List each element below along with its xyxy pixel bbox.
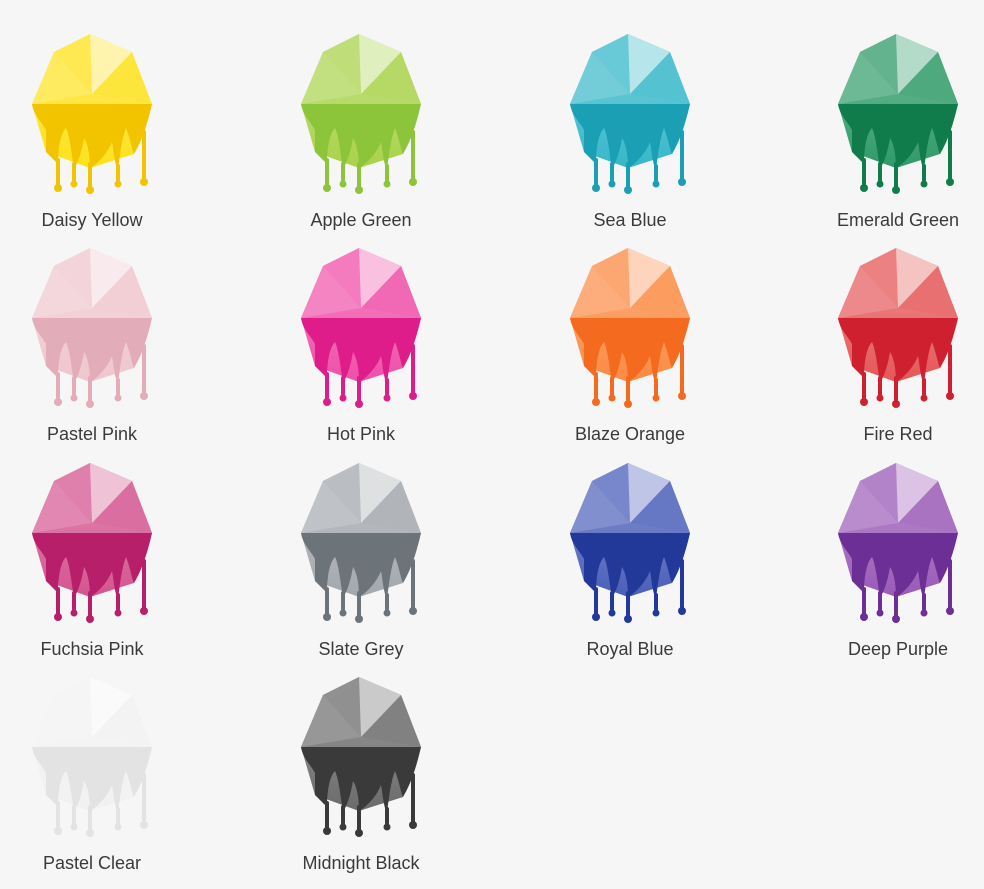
swatch-label: Fire Red	[863, 424, 933, 444]
paint-drip-hexagon-icon	[838, 248, 958, 408]
color-swatch-daisy-yellow[interactable]: Daisy Yellow	[0, 30, 185, 230]
swatch-label: Midnight Black	[302, 853, 420, 873]
paint-drip-hexagon-icon	[570, 34, 690, 194]
paint-drip-hexagon-icon	[32, 677, 152, 837]
color-swatch-fire-red[interactable]: Fire Red	[791, 244, 984, 444]
paint-drip-hexagon-icon	[301, 463, 421, 623]
swatch-label: Apple Green	[310, 210, 412, 230]
swatch-label: Daisy Yellow	[41, 210, 143, 230]
paint-drip-hexagon-icon	[838, 34, 958, 194]
color-swatch-pastel-pink[interactable]: Pastel Pink	[0, 244, 185, 444]
swatch-label: Royal Blue	[586, 639, 674, 659]
swatch-label: Emerald Green	[836, 210, 960, 230]
color-swatch-apple-green[interactable]: Apple Green	[254, 30, 454, 230]
paint-drip-hexagon-icon	[570, 463, 690, 623]
swatch-label: Sea Blue	[593, 210, 667, 230]
paint-drip-hexagon-icon	[301, 677, 421, 837]
color-swatch-midnight-black[interactable]: Midnight Black	[254, 673, 454, 873]
color-swatch-deep-purple[interactable]: Deep Purple	[791, 459, 984, 659]
paint-drip-hexagon-icon	[838, 463, 958, 623]
paint-drip-hexagon-icon	[301, 34, 421, 194]
swatch-label: Blaze Orange	[574, 424, 686, 444]
color-swatch-emerald-green[interactable]: Emerald Green	[791, 30, 984, 230]
color-swatch-royal-blue[interactable]: Royal Blue	[523, 459, 723, 659]
paint-drip-hexagon-icon	[32, 463, 152, 623]
swatch-label: Deep Purple	[847, 639, 949, 659]
color-swatch-sea-blue[interactable]: Sea Blue	[523, 30, 723, 230]
swatch-grid: Daisy Yellow Apple Green Sea Blue Emeral…	[0, 0, 984, 889]
color-swatch-blaze-orange[interactable]: Blaze Orange	[523, 244, 723, 444]
paint-drip-hexagon-icon	[570, 248, 690, 408]
swatch-label: Fuchsia Pink	[40, 639, 144, 659]
color-swatch-hot-pink[interactable]: Hot Pink	[254, 244, 454, 444]
paint-drip-hexagon-icon	[301, 248, 421, 408]
swatch-label: Slate Grey	[318, 639, 404, 659]
color-swatch-slate-grey[interactable]: Slate Grey	[254, 459, 454, 659]
color-swatch-pastel-clear[interactable]: Pastel Clear	[0, 673, 185, 873]
paint-drip-hexagon-icon	[32, 34, 152, 194]
swatch-label: Pastel Pink	[46, 424, 138, 444]
swatch-label: Pastel Clear	[42, 853, 142, 873]
color-swatch-fuchsia-pink[interactable]: Fuchsia Pink	[0, 459, 185, 659]
swatch-label: Hot Pink	[326, 424, 396, 444]
paint-drip-hexagon-icon	[32, 248, 152, 408]
